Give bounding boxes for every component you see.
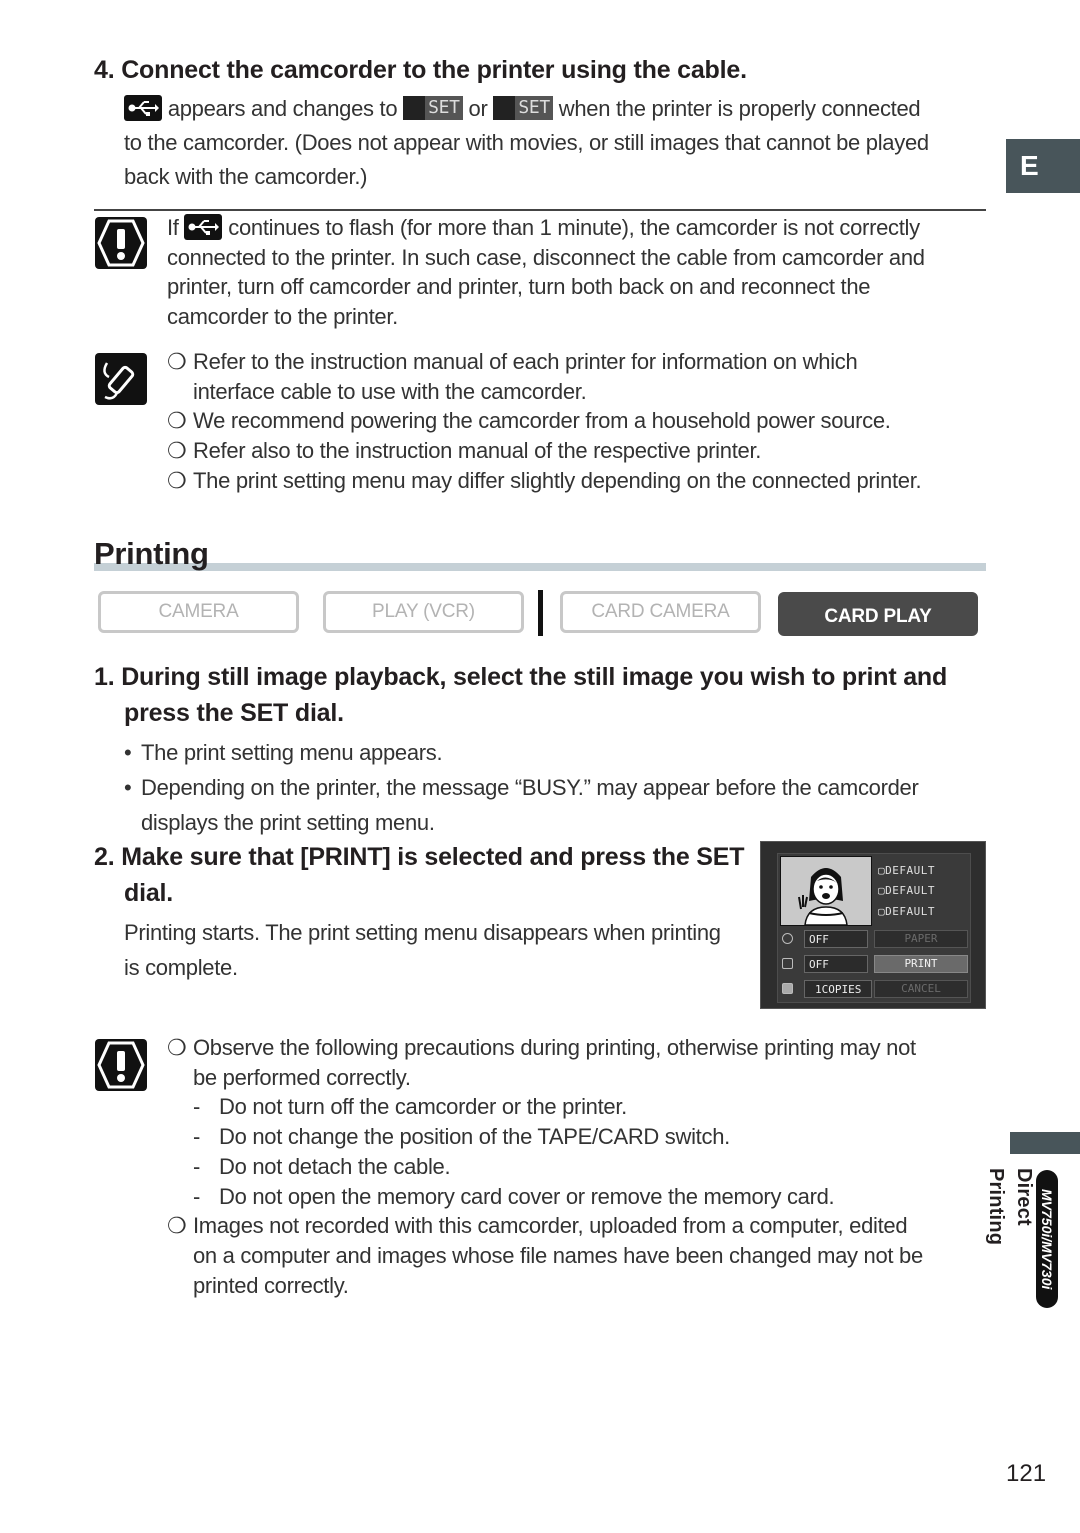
note-bullet-icon: ❍ — [167, 1213, 187, 1239]
caution1-line4: camcorder to the printer. — [167, 304, 398, 330]
note-bullet-icon: ❍ — [167, 349, 187, 374]
paper-type-default: ▢DEFAULT — [878, 884, 935, 897]
mode-play-vcr: PLAY (VCR) — [323, 591, 524, 633]
date-print-value: OFF — [804, 930, 868, 948]
page-number: 121 — [1006, 1460, 1047, 1487]
note-bullet-icon: ❍ — [167, 1035, 187, 1060]
chapter-label: Direct Printing — [985, 1168, 1035, 1246]
precaution-item: - Do not open the memory card cover or re… — [193, 1183, 835, 1209]
border-value: OFF — [804, 955, 868, 973]
border-icon — [782, 958, 793, 969]
step1-bullet-item: • The print setting menu appears. — [124, 740, 443, 765]
note-bullet-icon: ❍ — [167, 438, 187, 464]
note-bullet-icon: ❍ — [167, 408, 187, 434]
usb-connection-icon — [124, 95, 162, 121]
mode-camera: CAMERA — [98, 591, 299, 633]
note-item: ❍ We recommend powering the camcorder fro… — [167, 406, 987, 436]
still-image-thumbnail — [780, 856, 872, 926]
precaution-item: - Do not turn off the camcorder or the pr… — [193, 1094, 627, 1120]
caution2-item: ❍ Observe the following precautions durin… — [167, 1035, 916, 1090]
step4-text-or: or — [468, 96, 488, 121]
note-item: ❍ Refer also to the instruction manual of… — [167, 436, 987, 466]
caution1-text: If continues to flash (for more than 1 m… — [167, 213, 987, 332]
step4-text-b: when the printer is properly connected — [558, 96, 921, 121]
mode-card-camera: CARD CAMERA — [560, 591, 761, 633]
precaution-item: - Do not change the position of the TAPE/… — [193, 1124, 730, 1150]
print-set-icon: SET — [403, 96, 463, 120]
copies-icon — [782, 983, 793, 994]
mode-separator — [538, 590, 543, 636]
caution2-text: ❍ Observe the following precautions durin… — [167, 1033, 987, 1300]
step1-heading: 1. During still image playback, select t… — [94, 663, 948, 727]
step4-heading: 4. Connect the camcorder to the printer … — [94, 56, 747, 84]
direct-print-set-icon: SET — [493, 96, 553, 120]
print-setting-screen: ▢DEFAULT ▢DEFAULT ▢DEFAULT OFF PAPER OFF… — [760, 841, 986, 1009]
paper-button[interactable]: PAPER — [874, 930, 968, 948]
notes-list: ❍ Refer to the instruction manual of each… — [167, 347, 987, 496]
step1-bullet-item: • Depending on the printer, the message “… — [124, 775, 919, 835]
caution-icon — [95, 1039, 147, 1091]
step2-body: Printing starts. The print setting menu … — [124, 920, 721, 980]
caution1-line1: continues to flash (for more than 1 minu… — [228, 215, 920, 240]
step4-text-a: appears and changes to — [167, 96, 398, 121]
divider — [94, 209, 986, 211]
caution2-item: ❍ Images not recorded with this camcorder… — [167, 1213, 923, 1298]
timer-icon — [782, 933, 793, 944]
lcd-row-copies: 1COPIES CANCEL — [778, 978, 970, 1000]
step1-bullets: • The print setting menu appears. • Depend… — [124, 735, 984, 840]
cancel-button[interactable]: CANCEL — [874, 980, 968, 998]
step4-line3: back with the camcorder.) — [124, 164, 368, 189]
paper-size-default: ▢DEFAULT — [878, 864, 935, 877]
copies-value: 1COPIES — [804, 980, 872, 998]
model-badge: MV750i/MV730i — [1036, 1170, 1058, 1308]
caution-icon — [95, 217, 147, 269]
caution1-line2: connected to the printer. In such case, … — [167, 244, 925, 270]
step2-heading: 2. Make sure that [PRINT] is selected an… — [94, 843, 745, 907]
note-item: ❍ The print setting menu may differ sligh… — [167, 466, 987, 496]
print-button[interactable]: PRINT — [874, 955, 968, 973]
note-bullet-icon: ❍ — [167, 467, 187, 493]
lcd-row-border: OFF PRINT — [778, 953, 970, 975]
language-tab: E — [1006, 139, 1080, 193]
step4-body: appears and changes to SET or SET when t… — [124, 92, 984, 194]
section-underline — [94, 563, 986, 571]
caution1-prefix: If — [167, 215, 179, 240]
layout-default: ▢DEFAULT — [878, 905, 935, 918]
precaution-item: - Do not detach the cable. — [193, 1153, 451, 1179]
caution1-line3: printer, turn off camcorder and printer,… — [167, 274, 871, 300]
note-pencil-icon — [95, 353, 147, 405]
usb-connection-icon — [184, 214, 223, 240]
mode-card-play: CARD PLAY — [778, 592, 978, 636]
chapter-marker — [1010, 1132, 1080, 1154]
section-title: Printing — [94, 536, 209, 571]
note-item: ❍ Refer to the instruction manual of each… — [167, 349, 858, 404]
step4-line2: to the camcorder. (Does not appear with … — [124, 130, 929, 155]
lcd-row-date: OFF PAPER — [778, 928, 970, 950]
